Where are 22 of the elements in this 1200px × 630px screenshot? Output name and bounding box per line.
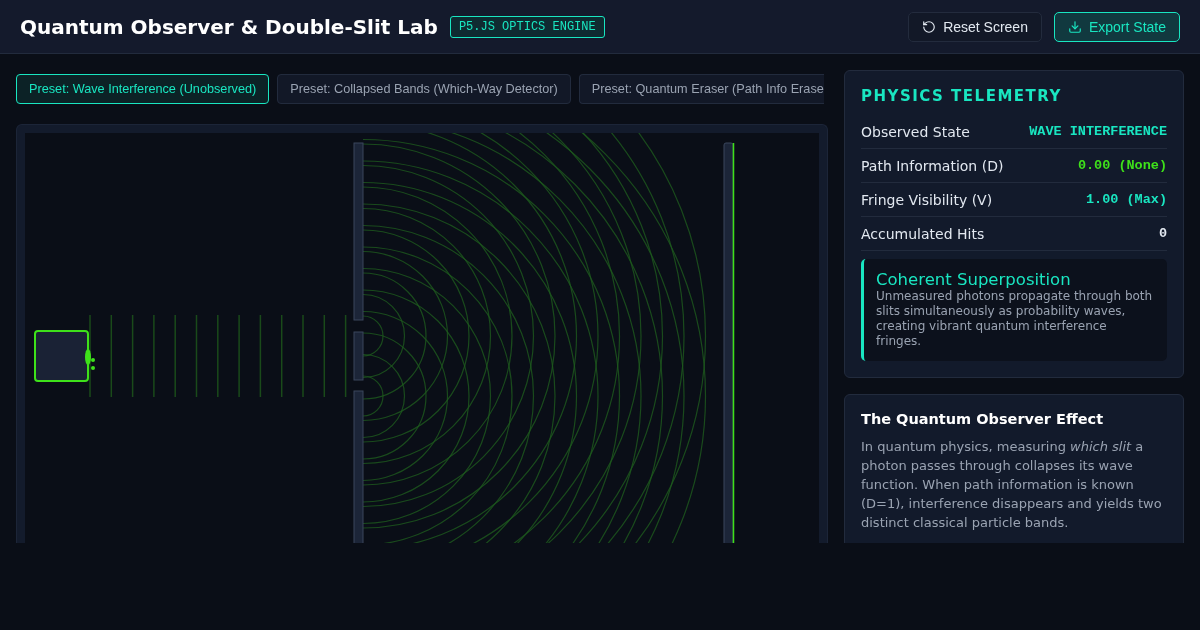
preset-tab[interactable]: Preset: Quantum Eraser (Path Info Erase (578, 74, 824, 104)
metric-value: WAVE INTERFERENCE (1029, 124, 1167, 139)
engine-badge: P5.JS OPTICS ENGINE (449, 15, 605, 38)
metric-value: 0.00 (None) (1077, 158, 1167, 173)
callout-title: Coherent Superposition (876, 270, 1072, 289)
download-icon (1067, 19, 1082, 34)
export-button[interactable]: Export State (1053, 11, 1180, 42)
metric-label: Accumulated Hits (861, 225, 985, 242)
preset-tab[interactable]: Preset: Wave Interference (Unobserved) (16, 74, 270, 104)
telemetry-title: PHYSICS TELEMETRY (861, 87, 1063, 105)
reset-icon (922, 19, 937, 34)
metric-value: 1.00 (Max) (1086, 192, 1167, 207)
preset-tab[interactable]: Preset: Collapsed Bands (Which-Way Detector) (277, 74, 571, 104)
metric-label: Observed State (861, 123, 970, 140)
metric-label: Path Information (D) (861, 157, 1004, 174)
info-text: In quantum physics, measuring which slit a photon passes through collapses its wave function. When path information is known (D=1), interference disappears and yields two distinct classical particle bands. (861, 438, 1163, 532)
metric-value: 0 (1158, 226, 1167, 241)
app-title: Quantum Observer & Double-Slit Lab (20, 14, 438, 39)
info-title: The Quantum Observer Effect (861, 411, 1105, 427)
metric-label: Fringe Visibility (V) (861, 191, 993, 208)
reset-button[interactable]: Reset Screen (908, 11, 1042, 42)
callout-text: Unmeasured photons propagate through both slits simultaneously as probability waves, creating vibrant quantum interference fringes. (876, 289, 1154, 349)
